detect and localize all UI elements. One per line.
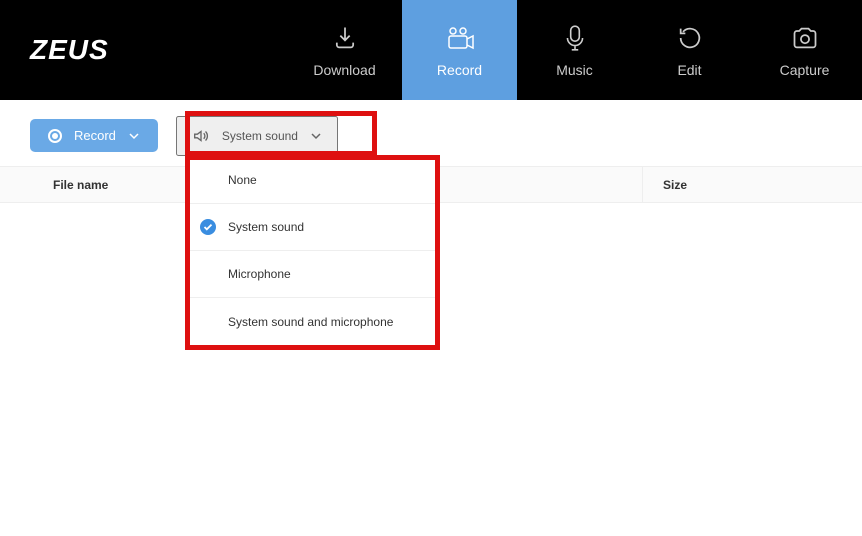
chevron-down-icon [128, 130, 140, 142]
check-icon [200, 219, 216, 235]
sound-selector[interactable]: System sound [176, 116, 338, 156]
dropdown-item-label: System sound [228, 220, 304, 234]
dropdown-item-none[interactable]: None [190, 157, 435, 204]
tab-music[interactable]: Music [517, 0, 632, 100]
dropdown-item-system-and-mic[interactable]: System sound and microphone [190, 298, 435, 345]
capture-icon [791, 22, 819, 54]
dropdown-item-label: Microphone [228, 267, 291, 281]
tab-download[interactable]: Download [287, 0, 402, 100]
dropdown-item-microphone[interactable]: Microphone [190, 251, 435, 298]
app-logo: ZEUS [30, 34, 109, 66]
sound-selector-label: System sound [222, 129, 298, 143]
sound-dropdown-menu: None System sound Microphone System soun… [190, 157, 435, 345]
app-header: ZEUS Download Record [0, 0, 862, 100]
record-button-label: Record [74, 128, 116, 143]
nav-tabs: Download Record Music [180, 0, 862, 100]
download-icon [331, 22, 359, 54]
dropdown-item-system-sound[interactable]: System sound [190, 204, 435, 251]
tab-capture[interactable]: Capture [747, 0, 862, 100]
speaker-icon [192, 127, 210, 145]
tab-record[interactable]: Record [402, 0, 517, 100]
dropdown-item-label: None [228, 173, 257, 187]
logo-area: ZEUS [0, 0, 180, 100]
dropdown-item-label: System sound and microphone [228, 315, 393, 329]
sound-selector-wrap: System sound [176, 116, 338, 156]
tab-label: Download [313, 62, 375, 78]
toolbar: Record System sound [0, 100, 862, 156]
tab-label: Edit [677, 62, 701, 78]
record-button[interactable]: Record [30, 119, 158, 152]
edit-icon [676, 22, 704, 54]
tab-label: Capture [780, 62, 830, 78]
tab-label: Music [556, 62, 593, 78]
chevron-down-icon [310, 130, 322, 142]
column-size[interactable]: Size [642, 167, 862, 202]
check-area [200, 219, 228, 235]
record-icon [445, 22, 475, 54]
tab-edit[interactable]: Edit [632, 0, 747, 100]
music-icon [563, 22, 587, 54]
record-dot-icon [48, 129, 62, 143]
tab-label: Record [437, 62, 482, 78]
